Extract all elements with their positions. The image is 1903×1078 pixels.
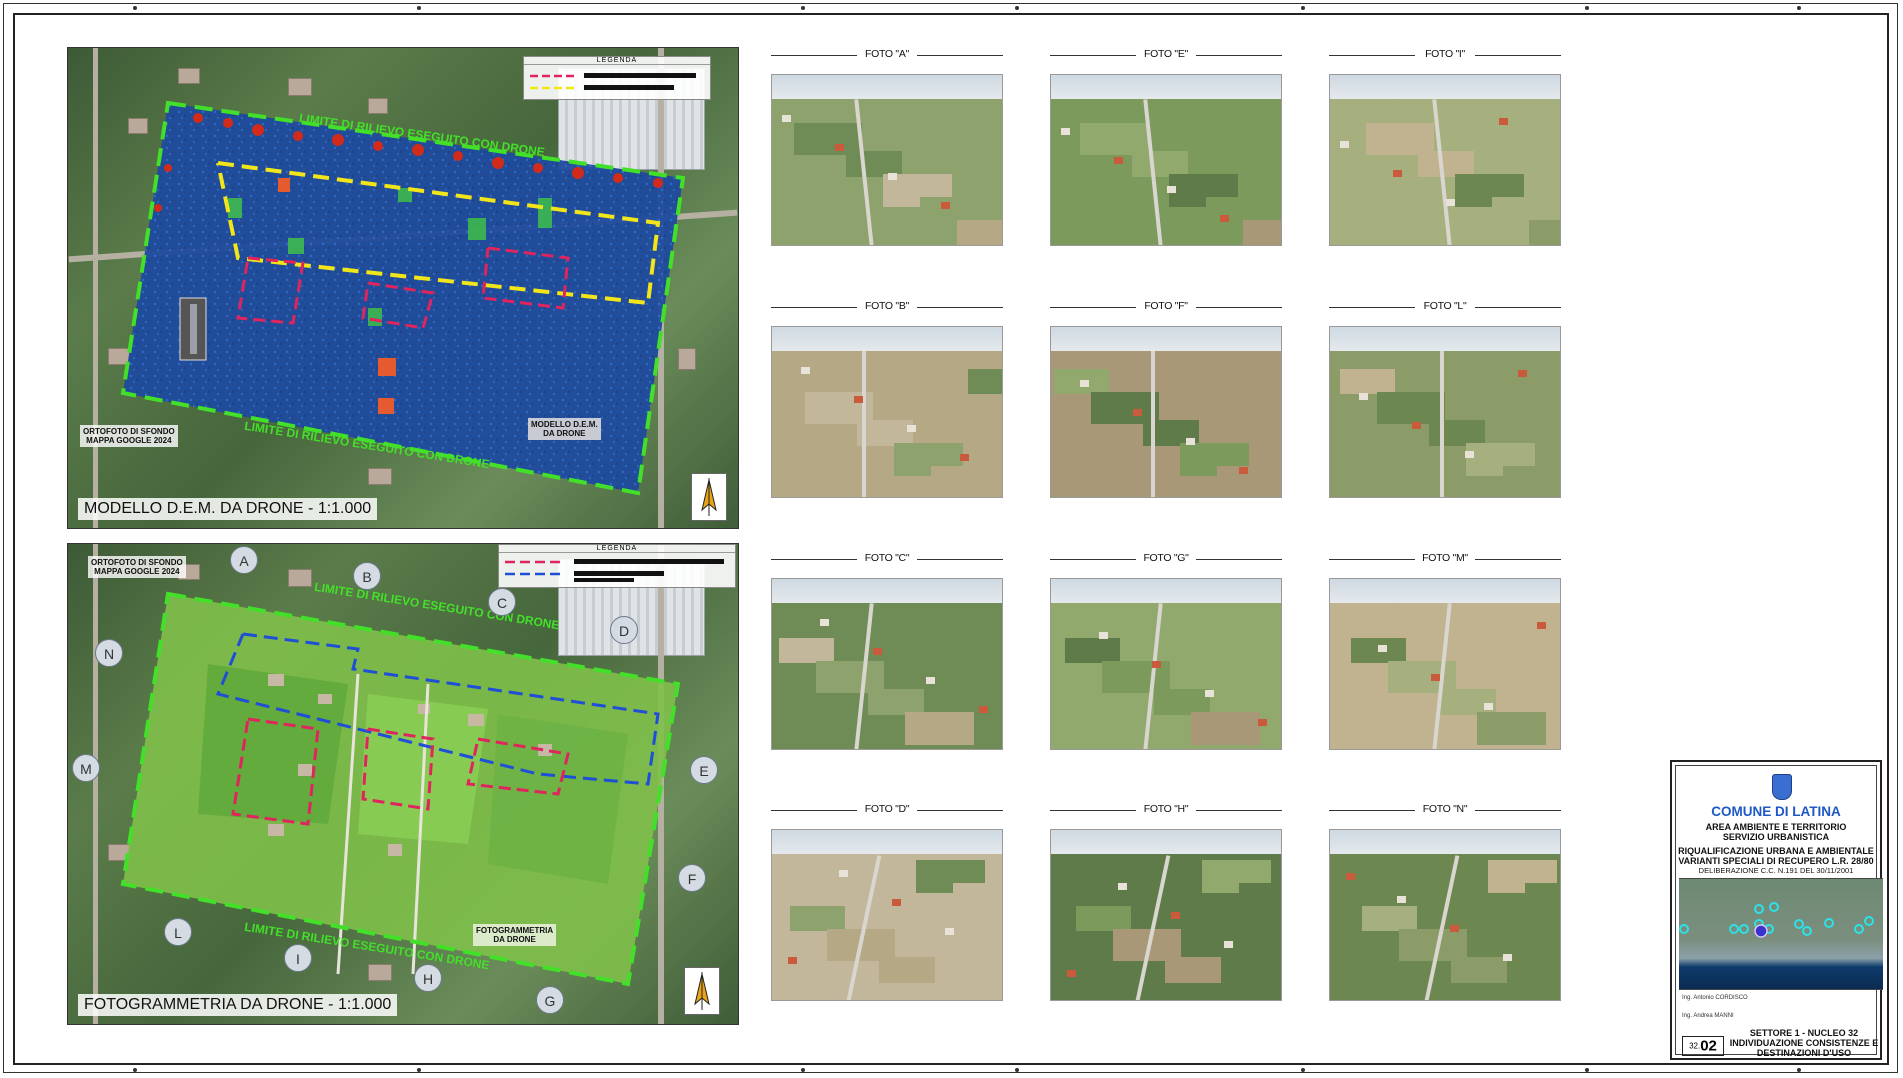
municipal-crest-icon bbox=[1772, 774, 1792, 800]
map-title: FOTOGRAMMETRIA DA DRONE - 1:1.000 bbox=[78, 994, 398, 1016]
location-markers bbox=[1679, 902, 1874, 938]
aerial-photo[interactable] bbox=[771, 578, 1003, 750]
photo-caption-text: FOTO "C" bbox=[864, 552, 910, 564]
sheet-description-line: INDIVIDUAZIONE CONSISTENZE E bbox=[1729, 1038, 1879, 1048]
photo-marker[interactable]: F bbox=[678, 864, 706, 892]
frame-tick bbox=[1015, 1068, 1019, 1072]
sheet-prefix: 32. bbox=[1689, 1041, 1701, 1051]
photo-caption-text: FOTO "M" bbox=[1422, 552, 1468, 564]
sheet-description: SETTORE 1 - NUCLEO 32 INDIVIDUAZIONE CON… bbox=[1728, 1028, 1880, 1058]
north-arrow-icon bbox=[684, 967, 720, 1015]
frame-tick bbox=[1585, 6, 1589, 10]
photo-caption-text: FOTO "N" bbox=[1422, 803, 1468, 815]
legend-title: LEGENDA bbox=[499, 545, 735, 553]
frame-tick bbox=[1585, 1068, 1589, 1072]
label-background: ORTOFOTO DI SFONDO MAPPA GOOGLE 2024 bbox=[80, 425, 178, 447]
frame-tick bbox=[1015, 6, 1019, 10]
photo-caption-text: FOTO "I" bbox=[1425, 48, 1465, 60]
aerial-photo[interactable] bbox=[1050, 578, 1282, 750]
photo-caption-text: FOTO "L" bbox=[1423, 300, 1467, 312]
legend-lines bbox=[530, 73, 696, 90]
photo-caption-text: FOTO "F" bbox=[1144, 300, 1188, 312]
title-block-inner: COMUNE DI LATINA AREA AMBIENTE E TERRITO… bbox=[1675, 765, 1883, 1058]
frame-tick bbox=[133, 1068, 137, 1072]
signature-engineer: Ing. Andrea MANNI bbox=[1682, 1013, 1734, 1019]
photo-caption: FOTO "D" bbox=[771, 803, 1003, 817]
photo-caption: FOTO "N" bbox=[1329, 803, 1561, 817]
photo-marker[interactable]: E bbox=[690, 756, 718, 784]
photo-caption: FOTO "I" bbox=[1329, 48, 1561, 62]
legend-title: LEGENDA bbox=[524, 57, 710, 65]
frame-tick bbox=[801, 6, 805, 10]
photo-caption: FOTO "L" bbox=[1329, 300, 1561, 314]
north-arrow-icon bbox=[691, 473, 727, 521]
department-line: AREA AMBIENTE E TERRITORIO bbox=[1705, 822, 1847, 832]
photo-caption-text: FOTO "H" bbox=[1143, 803, 1189, 815]
label-dem-model: MODELLO D.E.M. DA DRONE bbox=[528, 418, 601, 440]
photo-caption: FOTO "B" bbox=[771, 300, 1003, 314]
map-dem-drone: LIMITE DI RILIEVO ESEGUITO CON DRONE LIM… bbox=[67, 47, 739, 529]
photo-marker[interactable]: D bbox=[610, 616, 638, 644]
frame-tick bbox=[1797, 1068, 1801, 1072]
frame-tick bbox=[417, 6, 421, 10]
project-line: RIQUALIFICAZIONE URBANA E AMBIENTALE bbox=[1678, 846, 1874, 856]
photo-caption: FOTO "F" bbox=[1050, 300, 1282, 314]
municipality-name: COMUNE DI LATINA bbox=[1711, 804, 1841, 819]
photo-caption: FOTO "M" bbox=[1329, 552, 1561, 566]
photo-marker[interactable]: B bbox=[353, 562, 381, 590]
sheet-description-line: SETTORE 1 - NUCLEO 32 bbox=[1749, 1028, 1859, 1038]
photo-caption: FOTO "C" bbox=[771, 552, 1003, 566]
legend: LEGENDA bbox=[498, 544, 736, 588]
title-block: COMUNE DI LATINA AREA AMBIENTE E TERRITO… bbox=[1670, 760, 1883, 1060]
sheet-number: 32.02 bbox=[1682, 1036, 1724, 1056]
photo-marker[interactable]: I bbox=[284, 944, 312, 972]
photo-caption-text: FOTO "A" bbox=[865, 48, 909, 60]
aerial-photo[interactable] bbox=[1050, 326, 1282, 498]
photo-caption-text: FOTO "G" bbox=[1143, 552, 1189, 564]
signature-engineer: Ing. Antonio CORDISCO bbox=[1682, 995, 1748, 1001]
legend-lines bbox=[505, 559, 724, 582]
photo-caption: FOTO "H" bbox=[1050, 803, 1282, 817]
label-background: ORTOFOTO DI SFONDO MAPPA GOOGLE 2024 bbox=[88, 556, 186, 578]
legend: LEGENDA bbox=[523, 56, 711, 100]
photo-marker[interactable]: M bbox=[72, 754, 100, 782]
photo-caption: FOTO "A" bbox=[771, 48, 1003, 62]
aerial-photo[interactable] bbox=[1329, 74, 1561, 246]
photo-caption-text: FOTO "D" bbox=[864, 803, 910, 815]
aerial-photo[interactable] bbox=[1329, 578, 1561, 750]
frame-tick bbox=[1301, 6, 1305, 10]
aerial-photo[interactable] bbox=[771, 829, 1003, 1001]
photo-caption-text: FOTO "B" bbox=[865, 300, 909, 312]
frame-tick bbox=[417, 1068, 421, 1072]
photo-caption: FOTO "E" bbox=[1050, 48, 1282, 62]
sheet-number-main: 02 bbox=[1700, 1037, 1717, 1055]
photo-marker[interactable]: L bbox=[164, 918, 192, 946]
map-title: MODELLO D.E.M. DA DRONE - 1:1.000 bbox=[78, 498, 378, 520]
photo-marker[interactable]: C bbox=[488, 588, 516, 616]
aerial-photo[interactable] bbox=[771, 74, 1003, 246]
photo-caption: FOTO "G" bbox=[1050, 552, 1282, 566]
photo-marker[interactable]: H bbox=[414, 964, 442, 992]
label-photogrammetry: FOTOGRAMMETRIA DA DRONE bbox=[473, 924, 557, 946]
photo-marker[interactable]: N bbox=[95, 639, 123, 667]
frame-tick bbox=[133, 6, 137, 10]
aerial-photo[interactable] bbox=[771, 326, 1003, 498]
aerial-photo[interactable] bbox=[1329, 829, 1561, 1001]
aerial-photo[interactable] bbox=[1050, 74, 1282, 246]
photo-marker[interactable]: G bbox=[536, 986, 564, 1014]
sheet-description-line: DESTINAZIONI D'USO bbox=[1756, 1048, 1852, 1058]
deliberation-line: DELIBERAZIONE C.C. N.191 DEL 30/11/2001 bbox=[1698, 866, 1854, 875]
photo-caption-text: FOTO "E" bbox=[1144, 48, 1188, 60]
department-line: SERVIZIO URBANISTICA bbox=[1722, 832, 1830, 842]
aerial-photo[interactable] bbox=[1329, 326, 1561, 498]
frame-tick bbox=[801, 1068, 805, 1072]
photo-marker[interactable]: A bbox=[230, 546, 258, 574]
frame-tick bbox=[1301, 1068, 1305, 1072]
location-map bbox=[1679, 878, 1883, 990]
map-photogrammetry-drone: LIMITE DI RILIEVO ESEGUITO CON DRONE LIM… bbox=[67, 543, 739, 1025]
aerial-photo[interactable] bbox=[1050, 829, 1282, 1001]
project-line: VARIANTI SPECIALI DI RECUPERO L.R. 28/80 bbox=[1678, 856, 1874, 866]
frame-tick bbox=[1797, 6, 1801, 10]
